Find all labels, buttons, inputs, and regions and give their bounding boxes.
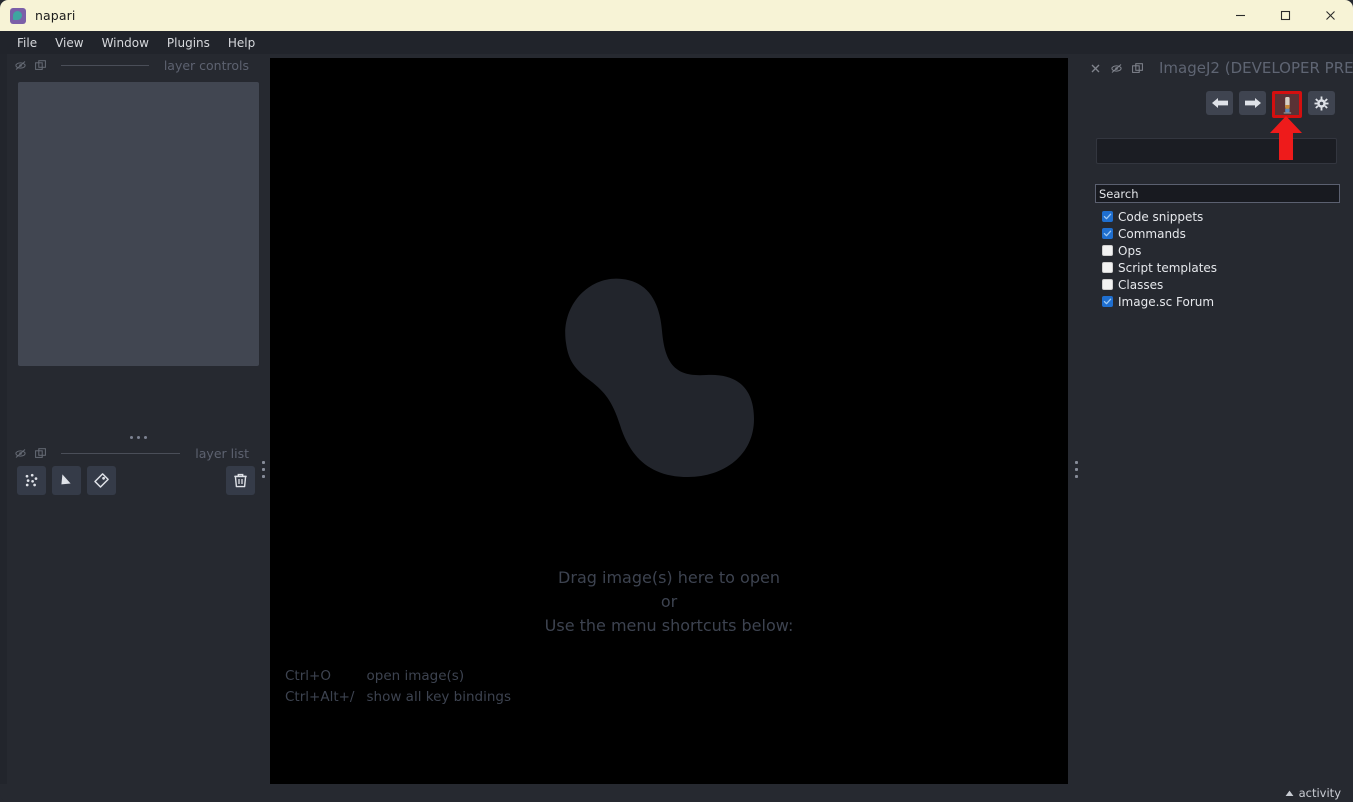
filter-row-script-templates[interactable]: Script templates xyxy=(1102,259,1342,276)
caret-up-icon xyxy=(1285,790,1294,797)
labels-icon xyxy=(93,472,110,489)
imagej2-panel-title: ImageJ2 (DEVELOPER PREVIE xyxy=(1159,59,1353,77)
menu-window[interactable]: Window xyxy=(93,33,158,53)
layer-list-header: layer list xyxy=(7,442,255,464)
eye-hidden-icon[interactable] xyxy=(1111,63,1122,74)
filter-label: Commands xyxy=(1118,226,1186,241)
arrow-right-icon xyxy=(1244,96,1262,110)
filter-label: Code snippets xyxy=(1118,209,1204,224)
settings-button[interactable] xyxy=(1308,91,1335,115)
layer-controls-title: layer controls xyxy=(163,57,249,73)
new-points-layer-button[interactable] xyxy=(17,465,46,495)
points-icon xyxy=(23,472,40,489)
layer-list-title: layer list xyxy=(195,445,249,461)
undock-icon[interactable] xyxy=(35,59,46,71)
checkbox-script-templates[interactable] xyxy=(1102,262,1113,273)
checkbox-code-snippets[interactable] xyxy=(1102,211,1113,222)
shortcut-row: Ctrl+O open image(s) xyxy=(285,666,511,687)
activity-label: activity xyxy=(1298,786,1341,800)
close-button[interactable] xyxy=(1308,0,1353,31)
layer-list-header-wrap: layer list xyxy=(7,442,255,464)
menu-plugins[interactable]: Plugins xyxy=(158,33,219,53)
drag-line-3: Use the menu shortcuts below: xyxy=(544,616,794,635)
layer-controls-header: layer controls xyxy=(7,54,255,76)
imagej-launch-button[interactable] xyxy=(1272,91,1302,118)
float-icon[interactable] xyxy=(15,60,26,71)
arrow-left-icon xyxy=(1211,96,1229,110)
napari-logo-icon xyxy=(10,7,26,24)
filter-row-ops[interactable]: Ops xyxy=(1102,242,1342,259)
filter-row-commands[interactable]: Commands xyxy=(1102,225,1342,242)
shortcut-action: open image(s) xyxy=(366,668,465,684)
left-splitter[interactable] xyxy=(259,454,267,484)
menubar: File View Window Plugins Help xyxy=(0,31,1353,54)
napari-main-window: napari File View Window Plugins Help lay… xyxy=(0,0,1353,802)
filter-row-classes[interactable]: Classes xyxy=(1102,276,1342,293)
imagej2-search-input[interactable]: Search xyxy=(1095,184,1340,203)
menu-view[interactable]: View xyxy=(46,33,92,53)
filter-label: Ops xyxy=(1118,243,1142,258)
main-body: layer controls layer list Drag image(s) … xyxy=(0,54,1353,802)
imagej2-filter-list: Code snippets Commands Ops Script templa… xyxy=(1102,208,1342,310)
layer-controls-panel xyxy=(18,82,259,366)
filter-row-code-snippets[interactable]: Code snippets xyxy=(1102,208,1342,225)
drag-line-2: or xyxy=(660,592,678,611)
shortcut-key: Ctrl+Alt+/ xyxy=(285,689,355,705)
search-placeholder: Search xyxy=(1099,186,1139,201)
shortcuts-hint: Ctrl+O open image(s) Ctrl+Alt+/ show all… xyxy=(285,666,511,708)
shapes-icon xyxy=(58,472,75,489)
vertical-splitter-handle[interactable] xyxy=(18,432,259,442)
filter-row-image-sc-forum[interactable]: Image.sc Forum xyxy=(1102,293,1342,310)
napari-blob-logo xyxy=(538,261,768,495)
back-button[interactable] xyxy=(1206,91,1233,115)
red-up-arrow xyxy=(1269,116,1303,164)
shortcut-row: Ctrl+Alt+/ show all key bindings xyxy=(285,687,511,708)
statusbar: activity xyxy=(0,784,1353,802)
left-dock-area: layer controls layer list xyxy=(7,54,259,802)
window-controls xyxy=(1218,0,1353,31)
left-edge-strip xyxy=(0,54,7,784)
right-splitter[interactable] xyxy=(1072,454,1080,484)
shortcut-key: Ctrl+O xyxy=(285,668,331,684)
window-titlebar: napari xyxy=(0,0,1353,31)
filter-label: Script templates xyxy=(1118,260,1218,275)
filter-label: Classes xyxy=(1118,277,1164,292)
checkbox-image-sc-forum[interactable] xyxy=(1102,296,1113,307)
viewer-canvas[interactable]: Drag image(s) here to open or Use the me… xyxy=(270,58,1068,802)
float-panel-icon[interactable] xyxy=(1132,62,1143,74)
undock-icon[interactable] xyxy=(35,447,46,459)
maximize-button[interactable] xyxy=(1263,0,1308,31)
menu-help[interactable]: Help xyxy=(219,33,264,53)
header-divider xyxy=(61,64,149,66)
window-title: napari xyxy=(35,8,76,23)
trash-icon xyxy=(232,472,249,489)
delete-layer-button[interactable] xyxy=(226,465,255,495)
shortcut-action: show all key bindings xyxy=(366,689,512,705)
new-shapes-layer-button[interactable] xyxy=(52,465,81,495)
imagej2-toolbar xyxy=(1206,91,1335,118)
imagej2-dock-panel: ImageJ2 (DEVELOPER PREVIE xyxy=(1084,54,1353,802)
forward-button[interactable] xyxy=(1239,91,1266,115)
filter-label: Image.sc Forum xyxy=(1118,294,1215,309)
imagej-microscope-icon xyxy=(1281,96,1294,114)
imagej2-panel-header: ImageJ2 (DEVELOPER PREVIE xyxy=(1084,54,1353,82)
drag-hint: Drag image(s) here to open or Use the me… xyxy=(270,566,1068,638)
gear-icon xyxy=(1314,96,1329,111)
close-panel-icon[interactable] xyxy=(1090,63,1101,74)
drag-line-1: Drag image(s) here to open xyxy=(558,568,780,587)
minimize-button[interactable] xyxy=(1218,0,1263,31)
layer-list-toolbar xyxy=(17,465,255,495)
checkbox-ops[interactable] xyxy=(1102,245,1113,256)
menu-file[interactable]: File xyxy=(8,33,46,53)
checkbox-classes[interactable] xyxy=(1102,279,1113,290)
header-divider xyxy=(61,452,181,454)
activity-toggle[interactable]: activity xyxy=(1285,786,1341,800)
float-icon[interactable] xyxy=(15,448,26,459)
checkbox-commands[interactable] xyxy=(1102,228,1113,239)
new-labels-layer-button[interactable] xyxy=(87,465,116,495)
